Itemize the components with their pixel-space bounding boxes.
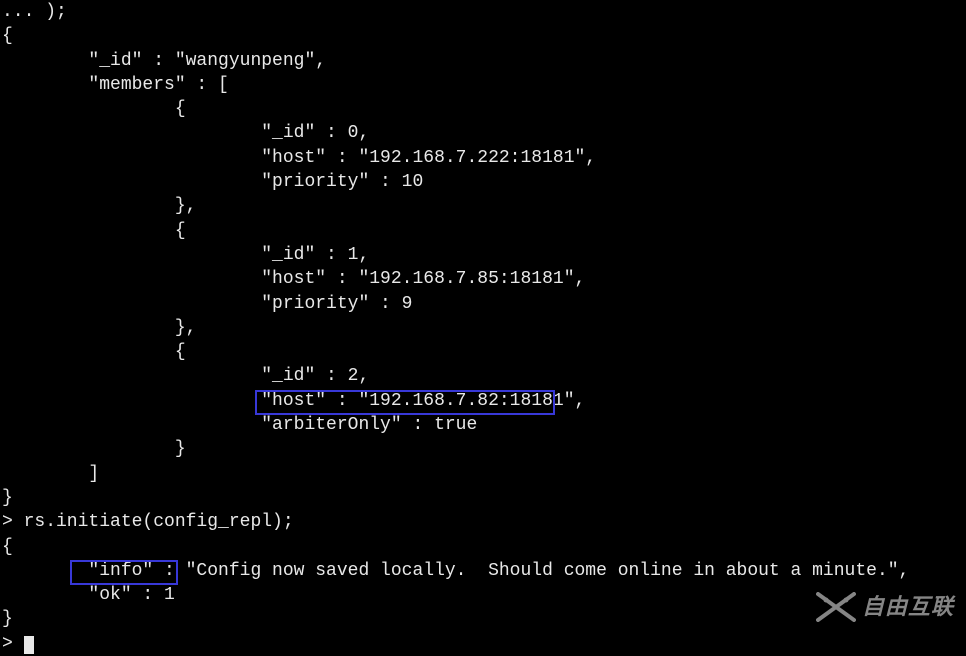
watermark: 自由互联 [816, 592, 954, 622]
terminal-line: "host" : "192.168.7.222:18181", [2, 146, 964, 170]
terminal-line: }, [2, 316, 964, 340]
terminal-line: "_id" : "wangyunpeng", [2, 49, 964, 73]
terminal-line: { [2, 97, 964, 121]
watermark-text: 自由互联 [862, 592, 954, 622]
terminal-line: "arbiterOnly" : true [2, 413, 964, 437]
terminal-line: "host" : "192.168.7.82:18181", [2, 389, 964, 413]
terminal-line: "info" : "Config now saved locally. Shou… [2, 559, 964, 583]
cursor [24, 636, 34, 654]
terminal-line: "_id" : 0, [2, 121, 964, 145]
terminal-line: { [2, 219, 964, 243]
terminal-line: "_id" : 1, [2, 243, 964, 267]
terminal-line: ... ); [2, 0, 964, 24]
terminal-line: }, [2, 194, 964, 218]
terminal-line: > [2, 632, 964, 656]
terminal-line: "priority" : 9 [2, 292, 964, 316]
terminal-line: "host" : "192.168.7.85:18181", [2, 267, 964, 291]
terminal-line: } [2, 437, 964, 461]
terminal-line: } [2, 486, 964, 510]
terminal-line: { [2, 340, 964, 364]
terminal-output[interactable]: ... );{ "_id" : "wangyunpeng", "members"… [0, 0, 966, 656]
terminal-line: { [2, 24, 964, 48]
terminal-line: "priority" : 10 [2, 170, 964, 194]
terminal-line: > rs.initiate(config_repl); [2, 510, 964, 534]
terminal-line: "_id" : 2, [2, 364, 964, 388]
watermark-x-icon [816, 592, 856, 622]
terminal-line: { [2, 535, 964, 559]
terminal-line: ] [2, 462, 964, 486]
terminal-line: "members" : [ [2, 73, 964, 97]
